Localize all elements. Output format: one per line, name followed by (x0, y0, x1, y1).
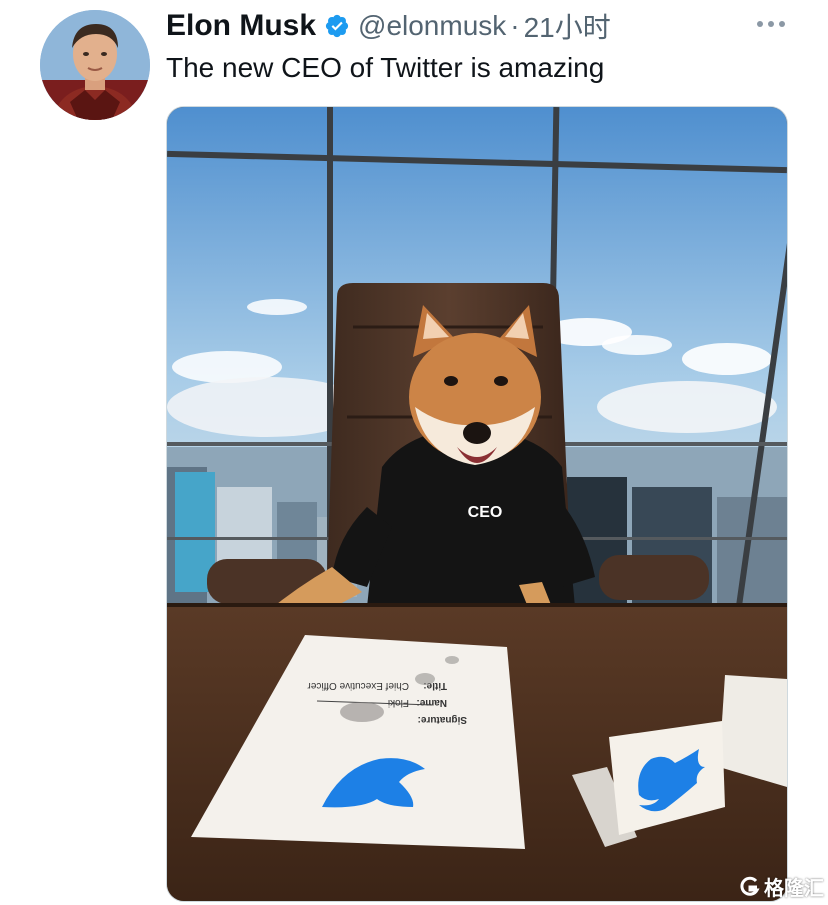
tweet-header: Elon Musk @elonmusk · 21小时 (166, 6, 611, 46)
avatar-image (40, 10, 150, 120)
tweet-media[interactable]: CEO Signature: Name: Floki Title: Chief … (166, 106, 788, 902)
tweet-timestamp[interactable]: 21小时 (524, 6, 611, 46)
author-avatar[interactable] (40, 10, 150, 120)
author-name[interactable]: Elon Musk (166, 9, 316, 43)
doc-signature-label: Signature: (418, 714, 467, 725)
tweet-photo: CEO Signature: Name: Floki Title: Chief … (167, 107, 787, 901)
author-handle[interactable]: @elonmusk (358, 10, 506, 42)
tweet-text: The new CEO of Twitter is amazing (166, 52, 605, 83)
more-options-button[interactable] (754, 14, 788, 34)
separator-dot: · (510, 10, 520, 41)
verified-badge-icon (325, 14, 349, 38)
watermark: 格隆汇 (738, 872, 824, 901)
watermark-logo-icon (740, 876, 760, 896)
watermark-text: 格隆汇 (764, 878, 824, 900)
doc-title-value: Chief Executive Officer (307, 680, 409, 691)
sweater-label: CEO (468, 504, 503, 521)
more-options-icon (757, 21, 785, 27)
doc-name-value: Floki (388, 697, 409, 708)
doc-name-label: Name: (416, 697, 447, 708)
